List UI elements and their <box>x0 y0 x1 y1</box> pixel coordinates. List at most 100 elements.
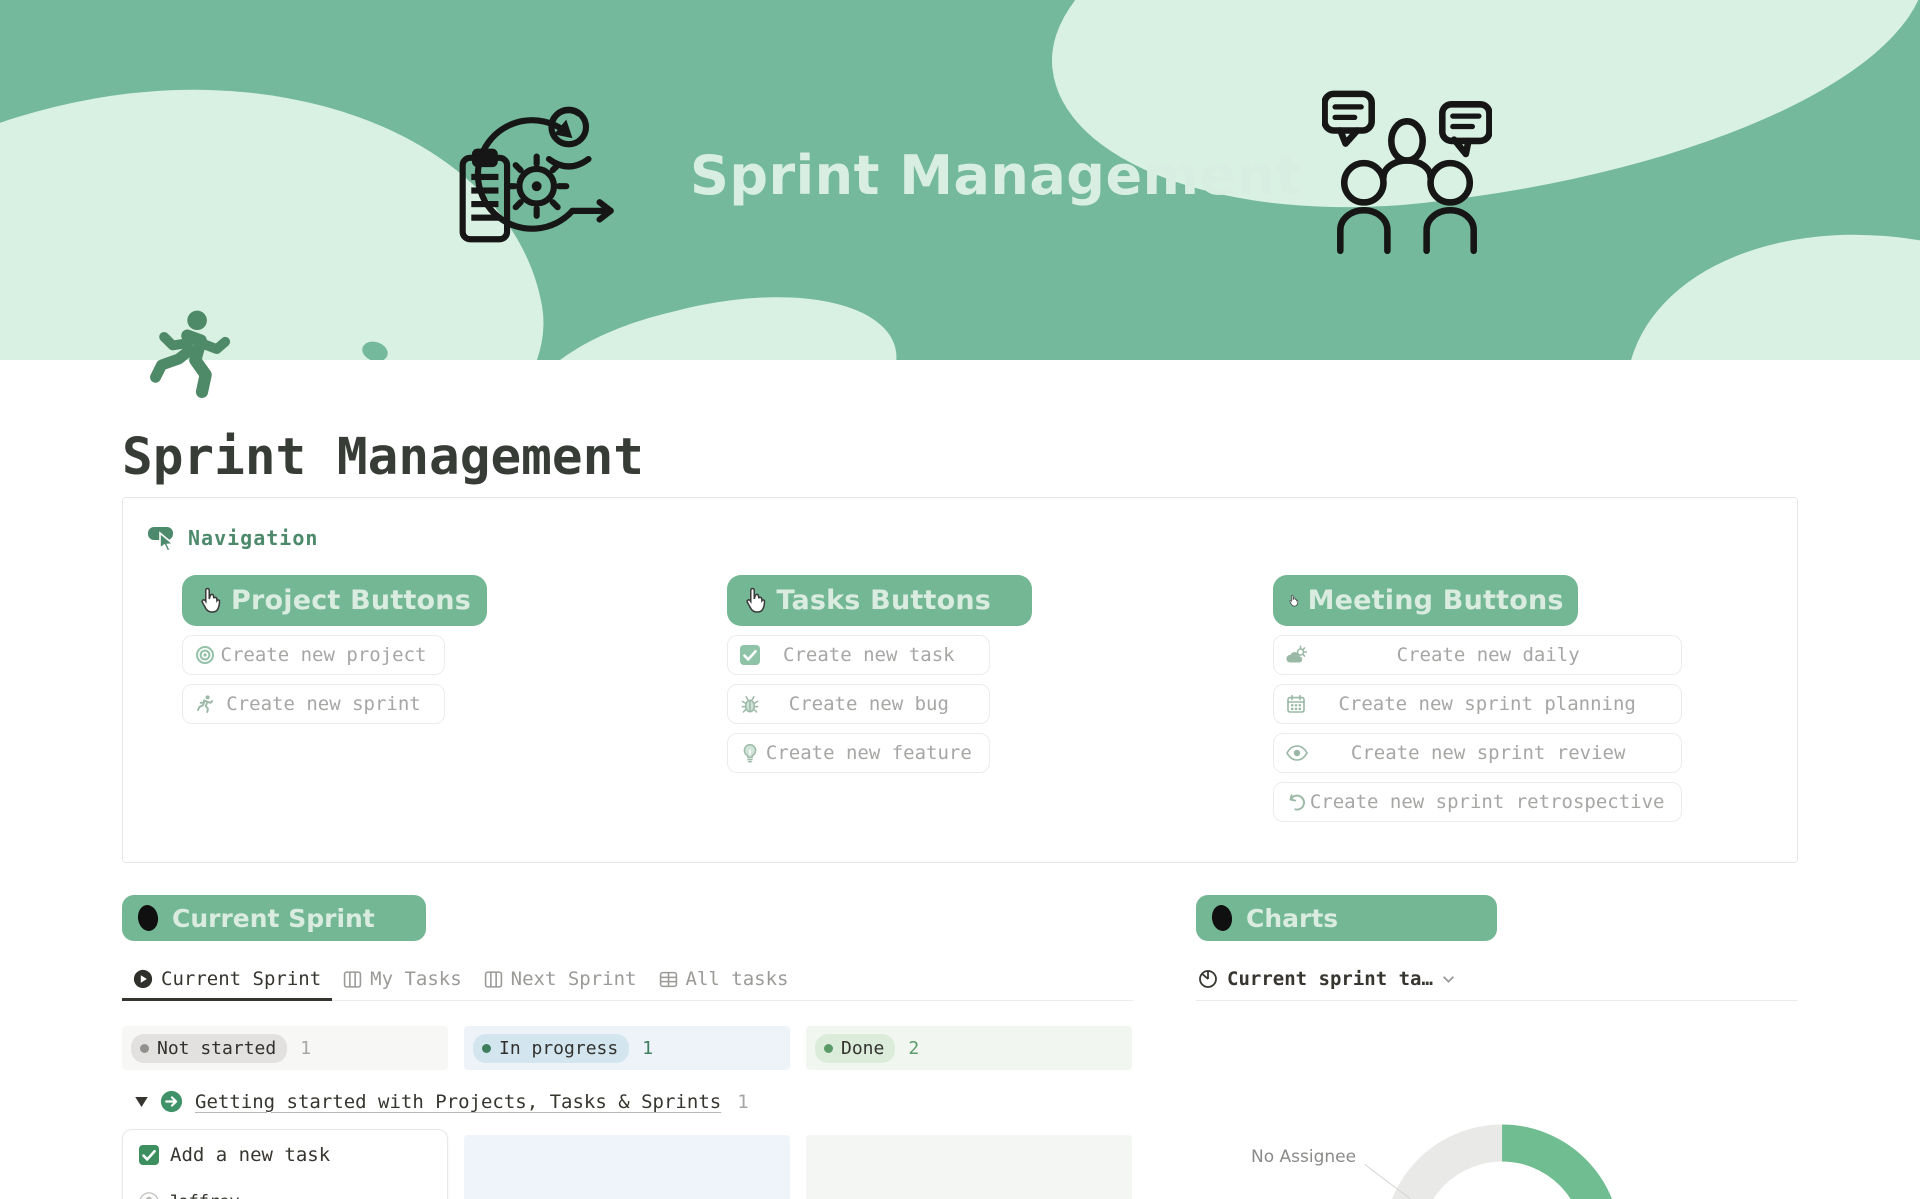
done-column-area[interactable] <box>806 1135 1132 1199</box>
board-column-headers: Not started 1 In progress 1 Done 2 <box>122 1026 1133 1070</box>
donut-chart[interactable] <box>1372 1113 1632 1199</box>
task-title: Add a new task <box>170 1144 330 1166</box>
column-count: 1 <box>642 1038 653 1059</box>
sprint-page-icon <box>160 1090 183 1113</box>
button-label: Create new sprint <box>215 693 432 715</box>
create-new-sprint-planning-button[interactable]: Create new sprint planning <box>1273 684 1682 724</box>
black-dot-icon <box>1210 903 1234 933</box>
task-card[interactable]: Add a new task Joffrey <box>122 1129 448 1199</box>
bug-icon <box>740 694 760 714</box>
nav-group-tasks: Tasks Buttons Create new task C <box>727 575 1251 822</box>
button-label: Create new bug <box>760 693 977 715</box>
button-label: Create new task <box>760 644 977 666</box>
lightbulb-icon <box>740 743 760 763</box>
tab-label: All tasks <box>686 968 789 990</box>
page-cover-banner[interactable]: Sprint Management <box>0 0 1920 360</box>
page-title: Sprint Management <box>122 431 1920 485</box>
black-dot-icon <box>136 903 160 933</box>
assignee-name: Joffrey <box>168 1192 240 1199</box>
chart-segment-label: No Assignee <box>1251 1147 1356 1167</box>
tab-next-sprint[interactable]: Next Sprint <box>473 966 648 1000</box>
in-progress-column-area[interactable] <box>464 1135 790 1199</box>
column-count: 1 <box>300 1038 311 1059</box>
button-label: Create new sprint review <box>1308 742 1669 764</box>
column-not-started[interactable]: Not started 1 <box>122 1026 448 1070</box>
create-new-project-button[interactable]: Create new project <box>182 635 445 675</box>
hand-cursor-icon <box>741 586 767 616</box>
status-label: Done <box>841 1038 884 1059</box>
chevron-down-icon <box>1442 975 1455 984</box>
group-title: Project Buttons <box>231 585 471 616</box>
create-new-sprint-retrospective-button[interactable]: Create new sprint retrospective <box>1273 782 1682 822</box>
meeting-illustration <box>1322 86 1492 256</box>
status-dot <box>140 1044 149 1053</box>
group-title: Meeting Buttons <box>1308 585 1564 616</box>
section-title: Charts <box>1246 904 1338 933</box>
tab-my-tasks[interactable]: My Tasks <box>332 966 473 1000</box>
charts-section: Charts Current sprint ta… No Assignee <box>1196 895 1798 1199</box>
button-label: Create new sprint planning <box>1306 693 1669 715</box>
nav-group-project: Project Buttons Create new project <box>182 575 706 822</box>
create-new-sprint-button[interactable]: Create new sprint <box>182 684 445 724</box>
navigation-label: Navigation <box>188 526 318 550</box>
create-new-sprint-review-button[interactable]: Create new sprint review <box>1273 733 1682 773</box>
charts-header[interactable]: Charts <box>1196 895 1497 941</box>
current-sprint-header[interactable]: Current Sprint <box>122 895 426 941</box>
group-title-link[interactable]: Getting started with Projects, Tasks & S… <box>195 1091 721 1113</box>
button-label: Create new project <box>215 644 432 666</box>
create-new-feature-button[interactable]: Create new feature <box>727 733 990 773</box>
tab-label: Next Sprint <box>511 968 637 990</box>
create-new-daily-button[interactable]: Create new daily <box>1273 635 1682 675</box>
tab-all-tasks[interactable]: All tasks <box>648 966 800 1000</box>
meeting-buttons-header[interactable]: Meeting Buttons <box>1273 575 1578 626</box>
button-label: Create new feature <box>760 742 977 764</box>
tab-current-sprint[interactable]: Current Sprint <box>122 966 332 1001</box>
board-group-row: Getting started with Projects, Tasks & S… <box>122 1090 1133 1113</box>
column-in-progress[interactable]: In progress 1 <box>464 1026 790 1070</box>
view-tabs: Current Sprint My Tasks Next Sprint <box>122 966 1133 1001</box>
collapse-toggle[interactable] <box>135 1097 148 1107</box>
section-title: Current Sprint <box>172 904 375 933</box>
banner-blob <box>1603 186 1920 360</box>
column-count: 2 <box>908 1038 919 1059</box>
create-new-task-button[interactable]: Create new task <box>727 635 990 675</box>
checkbox-icon <box>740 645 760 665</box>
runner-icon <box>195 694 215 714</box>
navigation-callout: Navigation Project Buttons Create new pr… <box>122 497 1798 863</box>
project-buttons-header[interactable]: Project Buttons <box>182 575 487 626</box>
chart-view-label: Current sprint ta… <box>1227 968 1433 990</box>
status-label: In progress <box>499 1038 618 1059</box>
play-circle-icon <box>133 969 153 989</box>
board-icon <box>484 970 503 989</box>
task-checkbox-icon[interactable] <box>139 1145 159 1165</box>
current-sprint-section: Current Sprint Current Sprint My Tasks <box>122 895 1133 1199</box>
hand-cursor-icon <box>196 586 222 616</box>
banner-blob <box>505 262 915 360</box>
button-label: Create new sprint retrospective <box>1306 791 1669 813</box>
tasks-buttons-header[interactable]: Tasks Buttons <box>727 575 1032 626</box>
chart-view-tab[interactable]: Current sprint ta… <box>1196 966 1798 1001</box>
group-count: 1 <box>737 1091 748 1113</box>
tab-label: Current Sprint <box>161 968 321 990</box>
create-new-bug-button[interactable]: Create new bug <box>727 684 990 724</box>
nav-group-meeting: Meeting Buttons Create new daily <box>1273 575 1797 822</box>
column-done[interactable]: Done 2 <box>806 1026 1132 1070</box>
scrum-illustration <box>438 90 623 275</box>
sprint-management-page: Sprint Management Sprint Management <box>0 0 1920 1199</box>
calendar-icon <box>1286 694 1306 714</box>
donut-chart-area: No Assignee <box>1196 1001 1798 1199</box>
button-cursor-icon <box>147 524 177 551</box>
group-title: Tasks Buttons <box>776 585 991 616</box>
banner-title: Sprint Management <box>690 144 1302 207</box>
status-label: Not started <box>157 1038 276 1059</box>
sun-cloud-icon <box>1286 645 1308 665</box>
pie-chart-icon <box>1198 969 1218 989</box>
status-dot <box>824 1044 833 1053</box>
tab-label: My Tasks <box>370 968 462 990</box>
target-icon <box>195 645 215 665</box>
page-icon-runner[interactable] <box>148 310 234 398</box>
undo-icon <box>1286 792 1306 812</box>
table-icon <box>659 970 678 989</box>
eye-icon <box>1286 745 1308 761</box>
status-dot <box>482 1044 491 1053</box>
